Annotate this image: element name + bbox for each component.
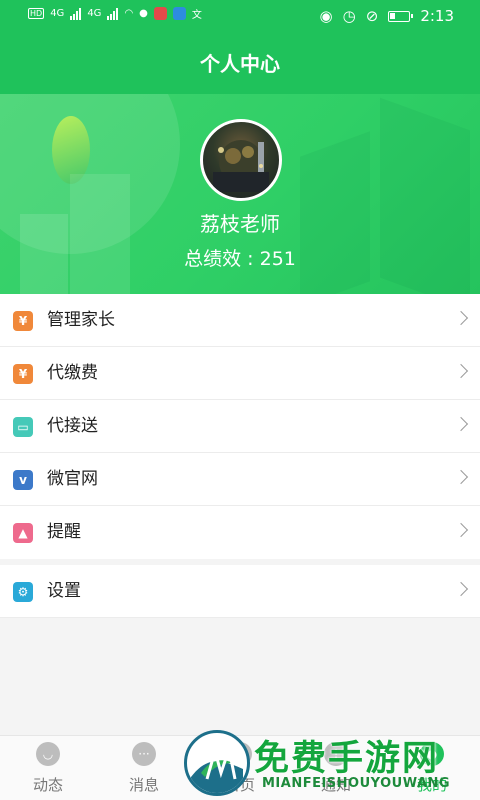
battery-icon — [388, 10, 414, 22]
chat-icon: ··· — [132, 742, 156, 766]
menu-item-pay-fees[interactable]: ¥ 代缴费 — [0, 347, 480, 400]
menu-item-micro-site[interactable]: v 微官网 — [0, 453, 480, 506]
watermark-text: 免费手游网 — [254, 739, 440, 779]
alarm-icon: ◷ — [342, 7, 356, 25]
page-title: 个人中心 — [200, 52, 280, 76]
eye-icon: ◉ — [319, 7, 333, 25]
bus-icon: ▭ — [13, 417, 33, 437]
menu-item-settings[interactable]: ⚙ 设置 — [0, 565, 480, 618]
app-notification-icon — [172, 7, 186, 20]
signal-icon — [107, 7, 119, 20]
tab-messages[interactable]: ··· 消息 — [96, 736, 192, 800]
chevron-right-icon — [453, 310, 469, 326]
bell-icon: ▲ — [13, 523, 33, 543]
profile-header: 荔枝老师 总绩效 : 251 — [0, 94, 480, 294]
title-bar: 个人中心 — [0, 34, 480, 94]
gear-icon: ⚙ — [13, 582, 33, 602]
signal-icon — [70, 7, 82, 20]
wechat-icon: ● — [139, 8, 148, 19]
money-bag-icon: ¥ — [13, 311, 33, 331]
mute-icon: ⊘ — [365, 7, 379, 25]
performance-score: 总绩效 : 251 — [184, 248, 296, 270]
watermark-logo — [184, 730, 250, 796]
status-bar-left: HD 4G 4G ◠ ● 文 — [28, 6, 202, 21]
wifi-icon: ◠ — [124, 8, 134, 19]
menu-list: ¥ 管理家长 ¥ 代缴费 ▭ 代接送 v 微官网 ▲ 提醒 ⚙ 设置 — [0, 294, 480, 618]
status-bar: HD 4G 4G ◠ ● 文 ◉ ◷ ⊘ 2:13 — [0, 0, 480, 34]
hd-badge: HD — [28, 8, 45, 19]
chevron-right-icon — [453, 522, 469, 538]
avatar-photo — [213, 140, 269, 192]
menu-item-label: 代接送 — [47, 416, 98, 436]
translate-icon: 文 — [191, 10, 202, 21]
avatar[interactable] — [200, 119, 282, 201]
clock-time: 2:13 — [420, 7, 454, 25]
menu-item-label: 提醒 — [47, 522, 81, 542]
watermark: 免费手游网 MIANFEISHOUYOUWANG — [184, 730, 474, 800]
tab-label: 动态 — [32, 776, 63, 794]
menu-item-label: 微官网 — [47, 469, 98, 489]
vimeo-v-icon: v — [13, 470, 33, 490]
people-icon: ◡ — [36, 742, 60, 766]
menu-item-label: 代缴费 — [47, 363, 98, 383]
menu-item-label: 设置 — [47, 581, 81, 601]
chevron-right-icon — [453, 363, 469, 379]
status-bar-right: ◉ ◷ ⊘ 2:13 — [320, 7, 454, 25]
chevron-right-icon — [453, 416, 469, 432]
menu-item-manage-parents[interactable]: ¥ 管理家长 — [0, 294, 480, 347]
watermark-logo-graphic — [191, 743, 243, 793]
menu-item-reminder[interactable]: ▲ 提醒 — [0, 506, 480, 559]
watermark-subtext: MIANFEISHOUYOUWANG — [262, 776, 451, 791]
network-type-1: 4G — [50, 8, 65, 19]
network-type-2: 4G — [87, 8, 102, 19]
tab-label: 消息 — [128, 776, 159, 794]
user-name: 荔枝老师 — [200, 212, 280, 236]
menu-item-pickup[interactable]: ▭ 代接送 — [0, 400, 480, 453]
app-notification-icon — [153, 7, 167, 20]
chevron-right-icon — [453, 581, 469, 597]
tab-dynamics[interactable]: ◡ 动态 — [0, 736, 96, 800]
chevron-right-icon — [453, 469, 469, 485]
money-bag-icon: ¥ — [13, 364, 33, 384]
menu-item-label: 管理家长 — [47, 310, 115, 330]
